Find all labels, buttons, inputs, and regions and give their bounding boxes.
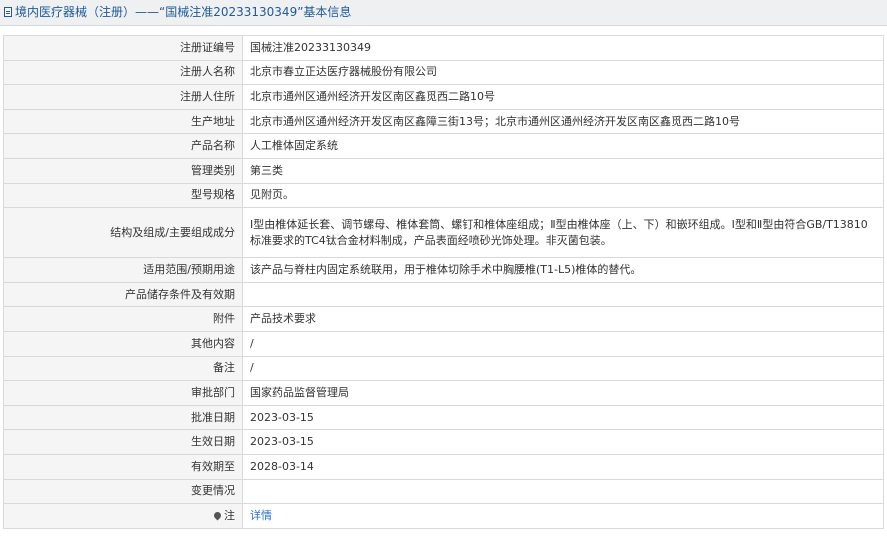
row-value: 详情 <box>242 503 884 529</box>
table-row: 审批部门 国家药品监督管理局 <box>3 380 884 406</box>
page-title: 境内医疗器械（注册）——“国械注准20233130349”基本信息 <box>15 5 352 19</box>
row-value: 北京市春立正达医疗器械股份有限公司 <box>242 59 884 86</box>
row-label: 管理类别 <box>3 157 243 184</box>
table-row: 其他内容 / <box>3 330 884 357</box>
row-value: 2023-03-15 <box>242 404 884 431</box>
details-link[interactable]: 详情 <box>250 509 272 522</box>
row-value: 北京市通州区通州经济开发区南区鑫觅西二路10号 <box>242 84 884 110</box>
table-row: 生效日期 2023-03-15 <box>3 429 884 455</box>
table-row: 注 详情 <box>3 503 884 529</box>
table-row: 注册证编号 国械注准20233130349 <box>3 35 884 61</box>
row-label: 注册人住所 <box>3 84 243 110</box>
row-value: 北京市通州区通州经济开发区南区鑫障三街13号；北京市通州区通州经济开发区南区鑫觅… <box>242 108 884 135</box>
row-value: 2028-03-14 <box>242 453 884 480</box>
row-value: 国家药品监督管理局 <box>242 380 884 406</box>
table-row: 产品名称 人工椎体固定系统 <box>3 133 884 159</box>
row-value: 第三类 <box>242 157 884 184</box>
row-value: / <box>242 355 884 382</box>
table-row: 产品储存条件及有效期 <box>3 281 884 308</box>
table-row: 结构及组成/主要组成成分 Ⅰ型由椎体延长套、调节螺母、椎体套筒、螺钉和椎体座组成… <box>3 207 884 259</box>
table-row: 变更情况 <box>3 478 884 505</box>
info-table: 注册证编号 国械注准20233130349 注册人名称 北京市春立正达医疗器械股… <box>3 35 884 529</box>
row-value: 国械注准20233130349 <box>242 35 884 61</box>
row-label: 适用范围/预期用途 <box>3 257 243 283</box>
document-icon <box>4 7 12 17</box>
row-label: 注册人名称 <box>3 59 243 86</box>
row-value: Ⅰ型由椎体延长套、调节螺母、椎体套筒、螺钉和椎体座组成；Ⅱ型由椎体座（上、下）和… <box>242 207 884 259</box>
row-label: 注册证编号 <box>3 35 243 61</box>
row-value: 2023-03-15 <box>242 429 884 455</box>
table-row: 注册人住所 北京市通州区通州经济开发区南区鑫觅西二路10号 <box>3 84 884 110</box>
row-label: 产品储存条件及有效期 <box>3 281 243 308</box>
row-label: 审批部门 <box>3 380 243 406</box>
row-value: 人工椎体固定系统 <box>242 133 884 159</box>
row-value: 该产品与脊柱内固定系统联用，用于椎体切除手术中胸腰椎(T1-L5)椎体的替代。 <box>242 257 884 283</box>
table-row: 附件 产品技术要求 <box>3 306 884 332</box>
table-row: 有效期至 2028-03-14 <box>3 453 884 480</box>
row-label: 有效期至 <box>3 453 243 480</box>
table-row: 适用范围/预期用途 该产品与脊柱内固定系统联用，用于椎体切除手术中胸腰椎(T1-… <box>3 257 884 283</box>
table-row: 备注 / <box>3 355 884 382</box>
table-row: 生产地址 北京市通州区通州经济开发区南区鑫障三街13号；北京市通州区通州经济开发… <box>3 108 884 135</box>
row-label: 备注 <box>3 355 243 382</box>
row-label: 其他内容 <box>3 330 243 357</box>
row-label: 附件 <box>3 306 243 332</box>
page-header: 境内医疗器械（注册）——“国械注准20233130349”基本信息 <box>0 0 887 26</box>
row-label: 结构及组成/主要组成成分 <box>3 207 243 259</box>
row-value <box>242 281 884 308</box>
row-label: 生产地址 <box>3 108 243 135</box>
row-label: 批准日期 <box>3 404 243 431</box>
note-label: 注 <box>224 508 235 522</box>
row-label: 变更情况 <box>3 478 243 505</box>
row-value: 见附页。 <box>242 182 884 209</box>
row-label: 生效日期 <box>3 429 243 455</box>
table-row: 型号规格 见附页。 <box>3 182 884 209</box>
row-value: 产品技术要求 <box>242 306 884 332</box>
row-label: 型号规格 <box>3 182 243 209</box>
table-row: 管理类别 第三类 <box>3 157 884 184</box>
pin-icon <box>212 510 223 521</box>
table-row: 注册人名称 北京市春立正达医疗器械股份有限公司 <box>3 59 884 86</box>
row-value <box>242 478 884 505</box>
row-label-note: 注 <box>3 503 243 529</box>
row-label: 产品名称 <box>3 133 243 159</box>
row-value: / <box>242 330 884 357</box>
table-row: 批准日期 2023-03-15 <box>3 404 884 431</box>
